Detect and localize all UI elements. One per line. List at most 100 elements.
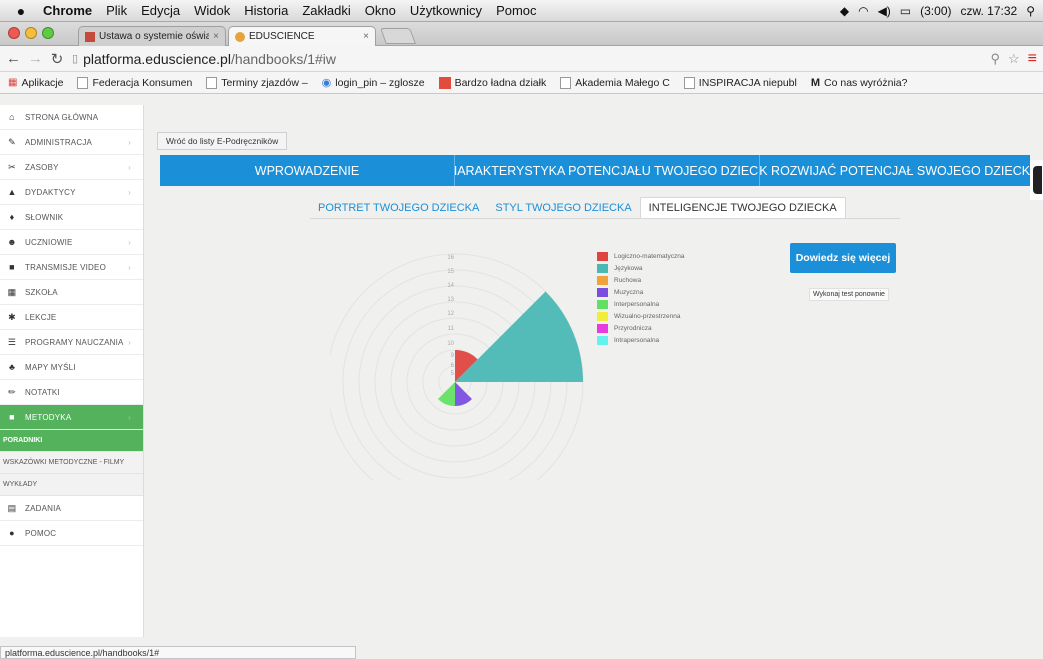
- sidebar-item[interactable]: ✎ ADMINISTRACJA ›: [0, 130, 143, 155]
- menu-historia[interactable]: Historia: [237, 3, 295, 18]
- subtab-inteligencje[interactable]: INTELIGENCJE TWOJEGO DZIECKA: [639, 197, 846, 218]
- tab-charakterystyka[interactable]: CHARAKTERYSTYKA POTENCJAŁU TWOJEGO DZIEC…: [455, 155, 760, 186]
- search-icon[interactable]: ⚲: [990, 51, 1000, 67]
- chart-tick-labels: 56910111213141516: [447, 255, 454, 377]
- new-tab-button[interactable]: [380, 28, 416, 44]
- status-bar: platforma.eduscience.pl/handbooks/1#: [0, 646, 356, 659]
- legend-item[interactable]: Językowa: [597, 263, 684, 274]
- menu-okno[interactable]: Okno: [358, 3, 403, 18]
- sidebar-item[interactable]: ■ METODYKA ›: [0, 405, 143, 430]
- spotlight-icon[interactable]: ⚲: [1026, 4, 1035, 18]
- subtab-styl[interactable]: STYL TWOJEGO DZIECKA: [487, 197, 639, 218]
- tab-close-icon[interactable]: ×: [213, 31, 219, 42]
- back-arrow-icon[interactable]: ←: [6, 50, 21, 67]
- learn-more-button[interactable]: Dowiedz się więcej: [790, 243, 896, 273]
- forward-arrow-icon[interactable]: →: [28, 50, 43, 67]
- side-widget[interactable]: [1030, 160, 1043, 200]
- menu-zakladki[interactable]: Zakładki: [295, 3, 357, 18]
- legend-item[interactable]: Ruchowa: [597, 275, 684, 286]
- sidebar-item[interactable]: ☰ PROGRAMY NAUCZANIA ›: [0, 330, 143, 355]
- menu-uzytkownicy[interactable]: Użytkownicy: [403, 3, 489, 18]
- students-icon: ☻: [7, 237, 17, 247]
- sidebar-item[interactable]: ▦ SZKOŁA: [0, 280, 143, 305]
- bookmark-label: Akademia Małego C: [575, 76, 670, 89]
- tab-favicon-icon: [235, 31, 245, 42]
- sidebar-item[interactable]: ▲ DYDAKTYCY ›: [0, 180, 143, 205]
- sidebar-subitem[interactable]: WYKŁADY: [0, 474, 143, 496]
- star-icon[interactable]: ☆: [1008, 51, 1020, 67]
- bookmark-item[interactable]: ◉ login_pin – zglosze: [322, 76, 425, 90]
- legend-swatch: [597, 288, 608, 297]
- bookmark-apps[interactable]: ▦ Aplikacje: [8, 77, 63, 89]
- tab-ustawa[interactable]: Ustawa o systemie oświat ×: [78, 26, 226, 46]
- clock[interactable]: czw. 17:32: [961, 4, 1018, 18]
- bookmark-label: Federacja Konsumen: [92, 76, 193, 89]
- back-to-list-button[interactable]: Wróć do listy E-Podręczników: [157, 132, 288, 150]
- close-window-icon[interactable]: [8, 27, 20, 39]
- menu-pomoc[interactable]: Pomoc: [489, 3, 543, 18]
- sidebar-item[interactable]: ♣ MAPY MYŚLI: [0, 355, 143, 380]
- bookmark-item[interactable]: Federacja Konsumen: [77, 76, 193, 89]
- legend-item[interactable]: Interpersonalna: [597, 299, 684, 310]
- bookmark-label: Terminy zjazdów –: [221, 76, 308, 89]
- legend-item[interactable]: Muzyczna: [597, 287, 684, 298]
- menu-plik[interactable]: Plik: [99, 3, 134, 18]
- legend-item[interactable]: Intrapersonalna: [597, 335, 684, 346]
- tab-jak-rozwijac[interactable]: JAK ROZWIJAĆ POTENCJAŁ SWOJEGO DZIECKA?: [760, 155, 1030, 186]
- battery-icon[interactable]: ▭: [900, 4, 911, 18]
- chart-sector[interactable]: [455, 291, 583, 382]
- sidebar-item[interactable]: ✂ ZASOBY ›: [0, 155, 143, 180]
- tab-wprowadzenie[interactable]: WPROWADZENIE: [160, 155, 455, 186]
- bookmark-item[interactable]: Akademia Małego C: [560, 76, 670, 89]
- subtab-portret[interactable]: PORTRET TWOJEGO DZIECKA: [310, 197, 487, 218]
- teacher-icon: ▲: [7, 187, 17, 197]
- minimize-window-icon[interactable]: [25, 27, 37, 39]
- side-widget-handle[interactable]: [1033, 166, 1042, 194]
- sidebar-subitem[interactable]: PORADNIKI: [0, 430, 143, 452]
- zoom-window-icon[interactable]: [42, 27, 54, 39]
- url-domain: platforma.eduscience.pl: [83, 50, 231, 67]
- sidebar-item[interactable]: ♦ SŁOWNIK: [0, 205, 143, 230]
- dropbox-icon[interactable]: ◆: [840, 4, 849, 18]
- legend-item[interactable]: Logiczno-matematyczna: [597, 251, 684, 262]
- bookmark-item[interactable]: INSPIRACJA niepubl: [683, 76, 797, 89]
- sidebar-item[interactable]: ■ TRANSMISJE VIDEO ›: [0, 255, 143, 280]
- sidebar-item[interactable]: ☻ UCZNIOWIE ›: [0, 230, 143, 255]
- sidebar-item-label: LEKCJE: [25, 312, 57, 322]
- notes-icon: ✏: [8, 386, 16, 397]
- chrome-menu-icon[interactable]: ≡: [1028, 50, 1037, 68]
- help-icon: ●: [9, 528, 15, 538]
- chart-sector[interactable]: [455, 382, 472, 406]
- bookmark-label: Bardzo ładna działk: [454, 76, 547, 89]
- tab-eduscience[interactable]: EDUSCIENCE ×: [228, 26, 376, 46]
- apple-icon[interactable]: ●: [6, 3, 36, 19]
- retake-test-link[interactable]: Wykonaj test ponownie: [809, 288, 889, 301]
- legend-item[interactable]: Wizualno-przestrzenna: [597, 311, 684, 322]
- menu-widok[interactable]: Widok: [187, 3, 237, 18]
- menu-app-name[interactable]: Chrome: [36, 3, 99, 18]
- sidebar-item[interactable]: ✏ NOTATKI: [0, 380, 143, 405]
- legend-item[interactable]: Przyrodnicza: [597, 323, 684, 334]
- page-icon: [206, 76, 218, 89]
- chart-sector[interactable]: [438, 382, 455, 406]
- tab-title: EDUSCIENCE: [249, 31, 315, 42]
- menu-edycja[interactable]: Edycja: [134, 3, 187, 18]
- tab-close-icon[interactable]: ×: [363, 31, 369, 42]
- sidebar-item[interactable]: ● POMOC: [0, 521, 143, 546]
- chart-tick-label: 5: [451, 371, 455, 377]
- sidebar-item-label: TRANSMISJE VIDEO: [25, 262, 106, 272]
- address-bar[interactable]: ▯ platforma.eduscience.pl/handbooks/1#iw: [72, 49, 982, 69]
- sidebar-item[interactable]: ✱ LEKCJE: [0, 305, 143, 330]
- bookmark-item[interactable]: Terminy zjazdów –: [206, 76, 308, 89]
- sidebar-subitem[interactable]: WSKAZÓWKI METODYCZNE - FILMY: [0, 452, 143, 474]
- wifi-icon[interactable]: ◠: [858, 4, 868, 18]
- reload-icon[interactable]: ↻: [50, 50, 64, 68]
- volume-icon[interactable]: ◀): [878, 4, 891, 18]
- sidebar-item[interactable]: ⌂ STRONA GŁÓWNA: [0, 105, 143, 130]
- bookmark-label: Aplikacje: [21, 76, 64, 89]
- sidebar-item[interactable]: ▤ ZADANIA: [0, 496, 143, 521]
- bookmark-item[interactable]: Bardzo ładna działk: [438, 76, 547, 89]
- chart-legend: Logiczno-matematyczna Językowa Ruchowa Muzy…: [597, 251, 684, 347]
- bookmark-item[interactable]: M Co nas wyróżnia?: [811, 77, 908, 89]
- apps-grid-icon: ▦: [8, 77, 18, 88]
